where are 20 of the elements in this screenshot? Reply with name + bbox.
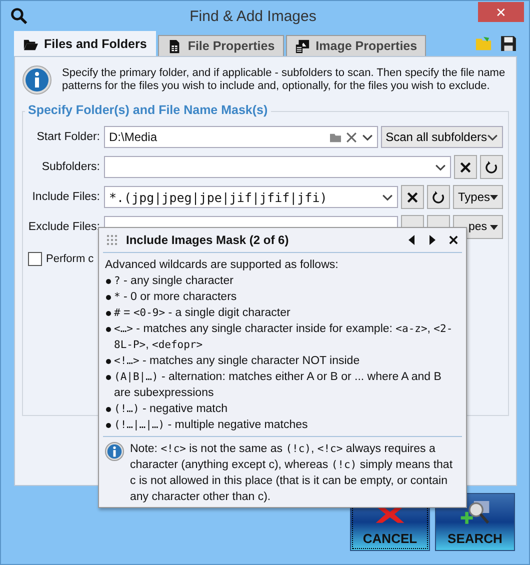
- help-item: <…> - matches any single character inside for example: <a-z>, <2-8L-P>, <defopr>: [114, 322, 454, 353]
- help-item: <!…> - matches any single character NOT inside: [114, 354, 361, 369]
- help-item: (!…|…|…) - multiple negative matches: [114, 418, 309, 433]
- help-item: # = <0-9> - a single digit character: [114, 306, 292, 321]
- help-item: * - 0 or more characters: [114, 290, 238, 305]
- help-text: Advanced wildcards are supported as follows:: [105, 258, 340, 273]
- help-item: (!…) - negative match: [114, 402, 229, 417]
- window-title: Find & Add Images: [188, 8, 318, 24]
- group-title: Specify Folder(s) and File Name Mask(s): [25, 103, 271, 117]
- field-label: Subfolders:: [40, 161, 101, 173]
- help-item: ? - any single character: [114, 274, 234, 289]
- field-label: Start Folder:: [36, 131, 101, 143]
- field-value: D:\Media: [109, 130, 158, 144]
- popup-title: Include Images Mask (2 of 6): [126, 233, 290, 247]
- field-label: Exclude Files:: [28, 221, 101, 233]
- info-text: Specify the primary folder, and if applicable - subfolders to scan. Then specify the file name patterns for the files you wish to include and, optionally, for the files you wish to exclude.: [62, 66, 506, 94]
- field-label: Include Files:: [31, 191, 101, 203]
- help-item: (A|B|…) - alternation: matches either A or B or ... where A and B are subexpressions: [114, 370, 442, 401]
- checkbox-label: Perform c: [46, 253, 94, 265]
- field-value: *.(jpg|jpeg|jpe|jif|jfif|jfi): [109, 190, 328, 204]
